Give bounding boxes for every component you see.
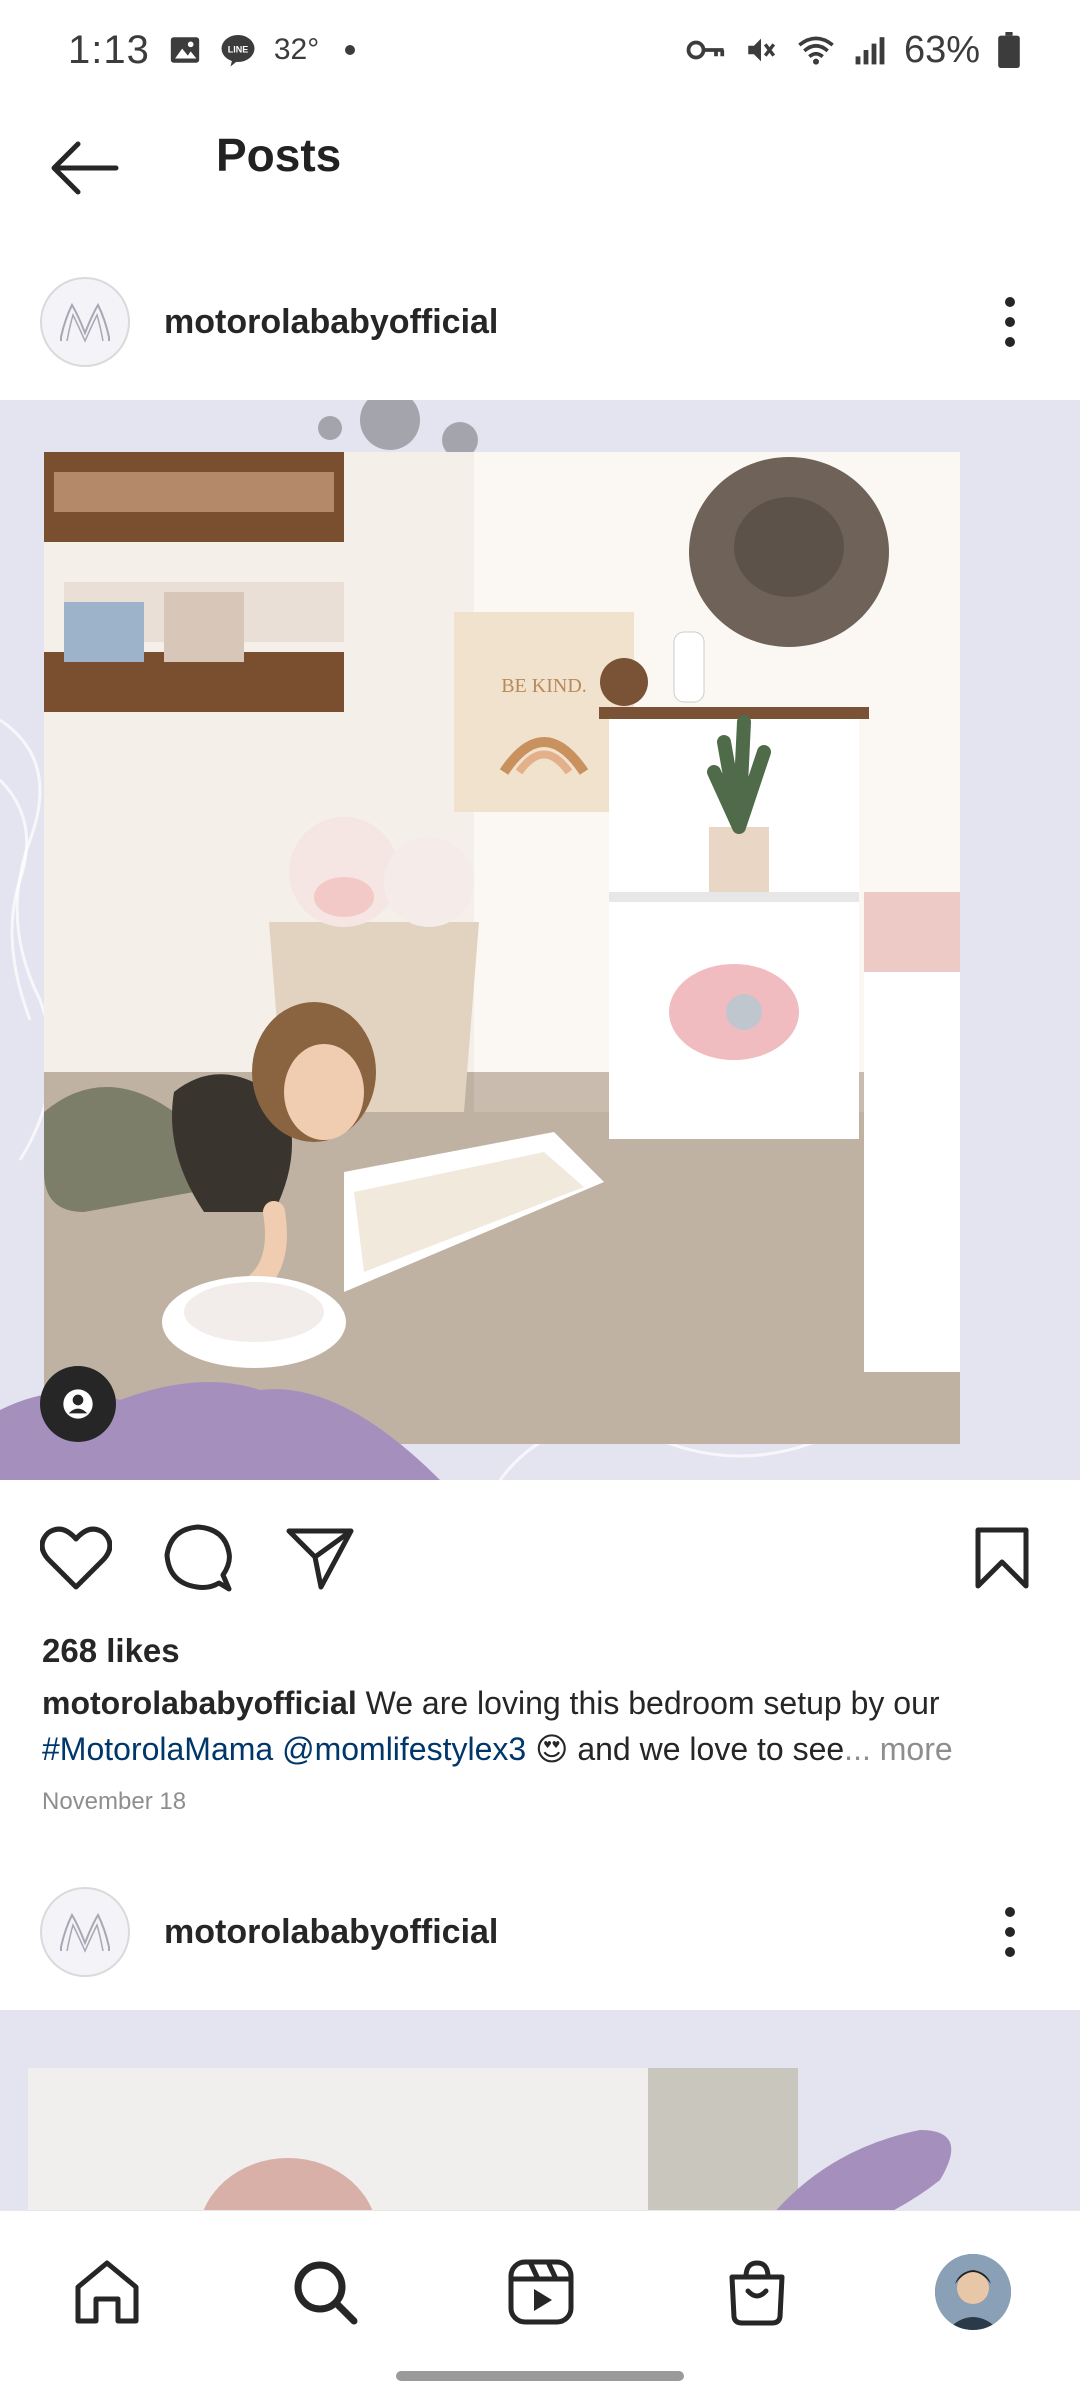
gallery-icon xyxy=(168,33,202,67)
tagged-people-button[interactable] xyxy=(40,1366,116,1442)
nav-profile[interactable] xyxy=(928,2247,1018,2337)
avatar[interactable] xyxy=(40,1887,130,1977)
back-button[interactable] xyxy=(44,128,124,208)
heart-icon xyxy=(40,1526,112,1590)
post-image[interactable] xyxy=(0,2010,1080,2210)
nursery-illustration: BE KIND. xyxy=(44,452,960,1444)
arrow-left-icon xyxy=(51,141,119,195)
heart-eyes-emoji: 😍 xyxy=(535,1731,569,1767)
person-icon xyxy=(63,1389,93,1419)
nav-search[interactable] xyxy=(280,2247,370,2337)
gesture-bar xyxy=(396,2371,684,2381)
page-title: Posts xyxy=(216,129,342,181)
battery-icon xyxy=(998,32,1020,68)
post-header: motorolababyofficial xyxy=(0,1872,1080,1992)
send-icon xyxy=(286,1528,354,1590)
svg-text:LINE: LINE xyxy=(228,44,249,54)
profile-photo xyxy=(935,2254,1011,2330)
status-temperature: 32° xyxy=(273,33,320,66)
line-app-icon: LINE xyxy=(220,32,256,68)
baby-illustration xyxy=(28,2068,798,2210)
caption-text: We are loving this bedroom setup by our xyxy=(356,1685,940,1721)
wifi-icon xyxy=(796,33,836,67)
share-button[interactable] xyxy=(280,1518,360,1598)
post-actions xyxy=(0,1500,1080,1610)
avatar[interactable] xyxy=(40,277,130,367)
mention-link[interactable]: @momlifestylex3 xyxy=(282,1731,526,1767)
notification-dot xyxy=(345,45,356,55)
like-button[interactable] xyxy=(36,1518,116,1598)
mute-icon xyxy=(744,33,778,67)
caption-text-continued: and we love to see xyxy=(568,1731,845,1767)
tote-bag-text: BE KIND. xyxy=(501,675,587,697)
more-vertical-icon xyxy=(1005,1907,1015,1957)
bookmark-icon xyxy=(975,1527,1029,1589)
status-left: 1:13 LINE 32° xyxy=(68,27,356,73)
status-right: 63% xyxy=(686,29,1020,72)
nursery-photo: BE KIND. xyxy=(44,452,960,1444)
reels-icon xyxy=(508,2259,574,2325)
post-image[interactable]: BE KIND. xyxy=(0,400,1080,1480)
post-date: November 18 xyxy=(42,1788,187,1815)
nav-home[interactable] xyxy=(62,2247,152,2337)
shop-icon xyxy=(729,2260,785,2326)
nav-reels[interactable] xyxy=(496,2247,586,2337)
status-bar: 1:13 LINE 32° 63% xyxy=(0,0,1080,100)
battery-percentage: 63% xyxy=(903,28,980,71)
more-options-button[interactable] xyxy=(980,1887,1040,1977)
post-username[interactable]: motorolababyofficial xyxy=(164,1913,498,1952)
status-time: 1:13 xyxy=(68,27,150,72)
profile-avatar xyxy=(935,2254,1011,2330)
app-header: Posts xyxy=(0,100,1080,240)
more-options-button[interactable] xyxy=(980,277,1040,367)
more-vertical-icon xyxy=(1005,297,1015,347)
signal-icon xyxy=(854,35,886,65)
comment-icon xyxy=(164,1524,232,1592)
paint-brush-stroke xyxy=(776,2130,952,2210)
home-icon xyxy=(75,2260,139,2324)
caption-more-link[interactable]: ... more xyxy=(844,1731,952,1767)
nav-shop[interactable] xyxy=(712,2247,802,2337)
post-header: motorolababyofficial xyxy=(0,262,1080,382)
comment-button[interactable] xyxy=(158,1518,238,1598)
save-button[interactable] xyxy=(962,1518,1042,1598)
hashtag-link[interactable]: #MotorolaMama xyxy=(42,1731,273,1767)
motorola-logo-icon xyxy=(60,1912,110,1953)
post-username[interactable]: motorolababyofficial xyxy=(164,303,498,342)
search-icon xyxy=(294,2261,358,2325)
motorola-logo-icon xyxy=(60,302,110,343)
post-caption: motorolababyofficial We are loving this … xyxy=(42,1680,1042,1772)
vpn-key-icon xyxy=(686,35,726,65)
baby-photo xyxy=(28,2068,798,2210)
likes-count[interactable]: 268 likes xyxy=(42,1632,180,1670)
caption-username[interactable]: motorolababyofficial xyxy=(42,1685,357,1721)
